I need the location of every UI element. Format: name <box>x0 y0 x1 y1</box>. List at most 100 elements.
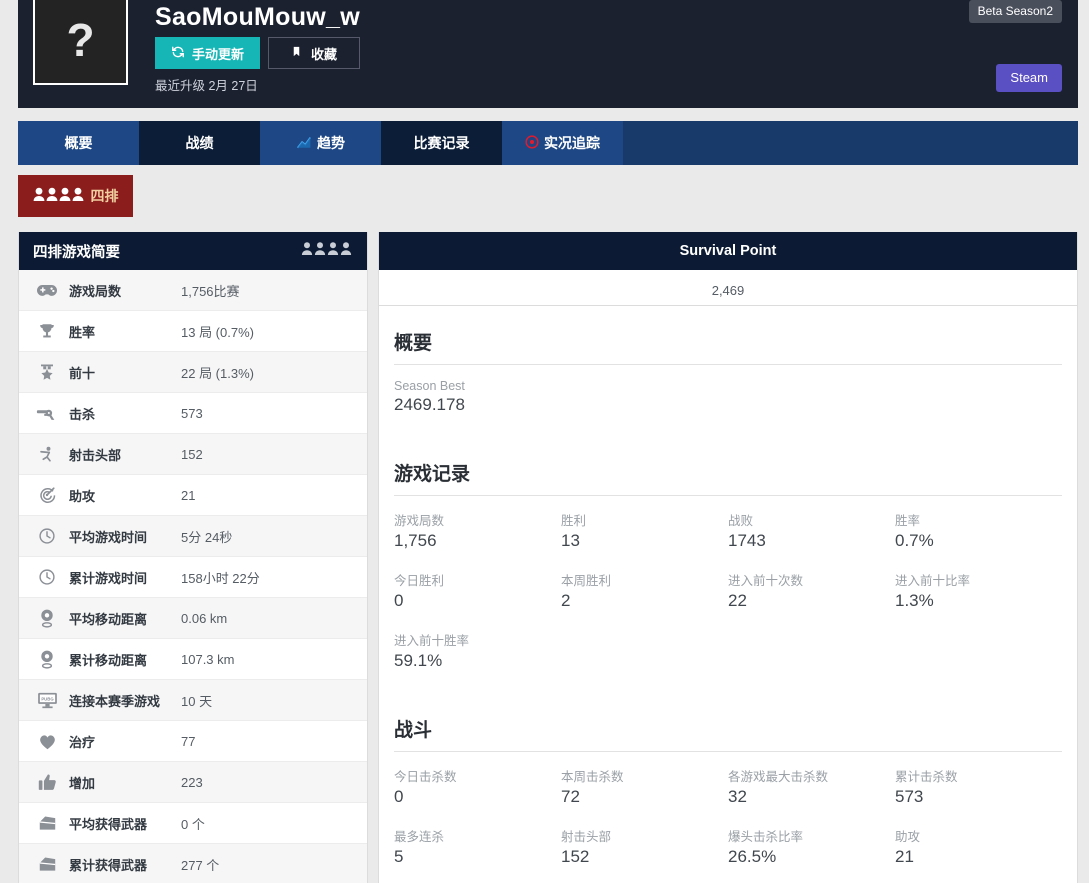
combat-section-title: 战斗 <box>394 715 1062 752</box>
stat-cell <box>895 630 1062 671</box>
stat-cell-label: 今日击杀数 <box>394 770 457 784</box>
favorite-button[interactable]: 收藏 <box>268 37 361 69</box>
stat-label: 连接本赛季游戏 <box>69 693 161 709</box>
stat-label: 平均游戏时间 <box>69 529 148 545</box>
stat-cell-value: 26.5% <box>728 847 777 866</box>
tab-records[interactable]: 战绩 <box>139 121 260 165</box>
stat-row: 平均获得武器 0 个 <box>19 803 367 844</box>
stat-cell-value: 1,756 <box>394 531 437 550</box>
manual-update-label: 手动更新 <box>192 46 245 62</box>
stat-label: 游戏局数 <box>69 283 122 299</box>
stat-row: 平均移动距离 0.06 km <box>19 598 367 639</box>
survival-point-header: Survival Point <box>379 232 1077 270</box>
squad-summary-panel: 四排游戏简要 游戏局数 1,756比赛 胜率 13 局 (0.7%) 前十 22… <box>18 232 368 883</box>
stat-value: 0 个 <box>181 816 205 832</box>
stat-cell-value: 0 <box>394 591 404 610</box>
stat-cell-label: 进入前十次数 <box>728 574 804 588</box>
game-records-grid: 游戏局数 1,756 胜利 13 战败 1743 胜率 0.7% 今日胜利 0 本周胜利 2… <box>394 510 1062 671</box>
stat-row: 累计获得武器 277 个 <box>19 844 367 883</box>
stat-label: 胜率 <box>69 324 96 340</box>
player-name: SaoMouMouw_w <box>155 3 360 31</box>
detail-card: 概要 Season Best 2469.178 游戏记录 游戏局数 1,756 胜… <box>378 305 1078 883</box>
overview-section-title: 概要 <box>394 328 1062 365</box>
stat-cell: 累计击杀数 573 <box>895 766 1062 807</box>
tab-live[interactable]: 实况追踪 <box>502 121 623 165</box>
stat-cell: 进入前十比率 1.3% <box>895 570 1062 611</box>
tab-trends[interactable]: 趋势 <box>260 121 381 165</box>
pin-icon <box>33 650 61 669</box>
stat-cell: 助攻 21 <box>895 826 1062 867</box>
stat-label: 射击头部 <box>69 447 122 463</box>
stat-row: 平均游戏时间 5分 24秒 <box>19 516 367 557</box>
stat-cell-label: 射击头部 <box>561 830 612 844</box>
stat-cell-label: 今日胜利 <box>394 574 445 588</box>
tab-overview[interactable]: 概要 <box>18 121 139 165</box>
stat-cell: 战败 1743 <box>728 510 895 551</box>
season-best-label: Season Best <box>394 379 465 393</box>
tab-live-label: 实况追踪 <box>544 135 600 151</box>
stat-cell-label: 胜利 <box>561 514 587 528</box>
mode-tab-label: 四排 <box>90 188 119 204</box>
stat-cell-value: 1743 <box>728 531 766 550</box>
stat-cell-value: 72 <box>561 787 580 806</box>
revolver-icon <box>33 406 61 421</box>
stat-row: 累计游戏时间 158小时 22分 <box>19 557 367 598</box>
stat-label: 击杀 <box>69 406 96 422</box>
stat-row: 助攻 21 <box>19 475 367 516</box>
steam-platform-badge[interactable]: Steam <box>996 64 1062 92</box>
stat-cell: 胜率 0.7% <box>895 510 1062 551</box>
stat-value: 77 <box>181 733 196 749</box>
stat-cell <box>728 630 895 671</box>
live-icon <box>525 134 539 152</box>
stat-row: 增加 223 <box>19 762 367 803</box>
stat-label: 平均移动距离 <box>69 611 148 627</box>
stat-label: 助攻 <box>69 488 96 504</box>
stat-cell: 今日胜利 0 <box>394 570 561 611</box>
game-records-section-title: 游戏记录 <box>394 459 1062 496</box>
medal-icon <box>33 363 61 381</box>
stat-cell <box>561 630 728 671</box>
stat-cell-value: 573 <box>895 787 924 806</box>
stat-label: 累计获得武器 <box>69 857 148 873</box>
stat-value: 1,756比赛 <box>181 283 240 299</box>
monitor-icon: PUBG <box>33 692 61 709</box>
tab-matches[interactable]: 比赛记录 <box>381 121 502 165</box>
stat-cell-label: 本周胜利 <box>561 574 612 588</box>
stat-cell-value: 2 <box>561 591 571 610</box>
stat-row: 前十 22 局 (1.3%) <box>19 352 367 393</box>
thumbsup-icon <box>33 773 61 791</box>
stat-cell-value: 0.7% <box>895 531 934 550</box>
stat-cell-label: 进入前十比率 <box>895 574 971 588</box>
stat-cell-value: 32 <box>728 787 747 806</box>
stat-row: 射击头部 152 <box>19 434 367 475</box>
stat-cell: 射击头部 152 <box>561 826 728 867</box>
favorite-label: 收藏 <box>311 46 338 62</box>
mode-tab-squad[interactable]: 四排 <box>18 175 133 217</box>
stat-cell: 各游戏最大击杀数 32 <box>728 766 895 807</box>
stat-cell-label: 各游戏最大击杀数 <box>728 770 829 784</box>
stat-cell-label: 最多连杀 <box>394 830 445 844</box>
tab-trends-label: 趋势 <box>317 135 345 151</box>
stat-cell-label: 胜率 <box>895 514 921 528</box>
nav-filler <box>623 121 1078 165</box>
stat-cell-value: 59.1% <box>394 651 443 670</box>
stat-cell: 本周击杀数 72 <box>561 766 728 807</box>
season-best-block: Season Best 2469.178 <box>394 379 1062 415</box>
headshot-icon <box>33 445 61 463</box>
stat-value: 107.3 km <box>181 651 235 667</box>
stat-label: 平均获得武器 <box>69 816 148 832</box>
stat-cell-value: 0 <box>394 787 404 806</box>
stat-cell: 游戏局数 1,756 <box>394 510 561 551</box>
stat-row: 游戏局数 1,756比赛 <box>19 270 367 311</box>
crate-icon <box>33 856 61 873</box>
avatar-placeholder-glyph: ? <box>66 14 95 66</box>
manual-update-button[interactable]: 手动更新 <box>155 37 261 69</box>
refresh-icon <box>171 45 185 62</box>
stat-cell-label: 爆头击杀比率 <box>728 830 804 844</box>
svg-text:PUBG: PUBG <box>41 696 54 701</box>
stat-cell-value: 5 <box>394 847 404 866</box>
stat-value: 277 个 <box>181 857 220 873</box>
stat-row: 累计移动距离 107.3 km <box>19 639 367 680</box>
stat-cell: 最多连杀 5 <box>394 826 561 867</box>
header-button-row: 手动更新 收藏 <box>155 37 361 69</box>
